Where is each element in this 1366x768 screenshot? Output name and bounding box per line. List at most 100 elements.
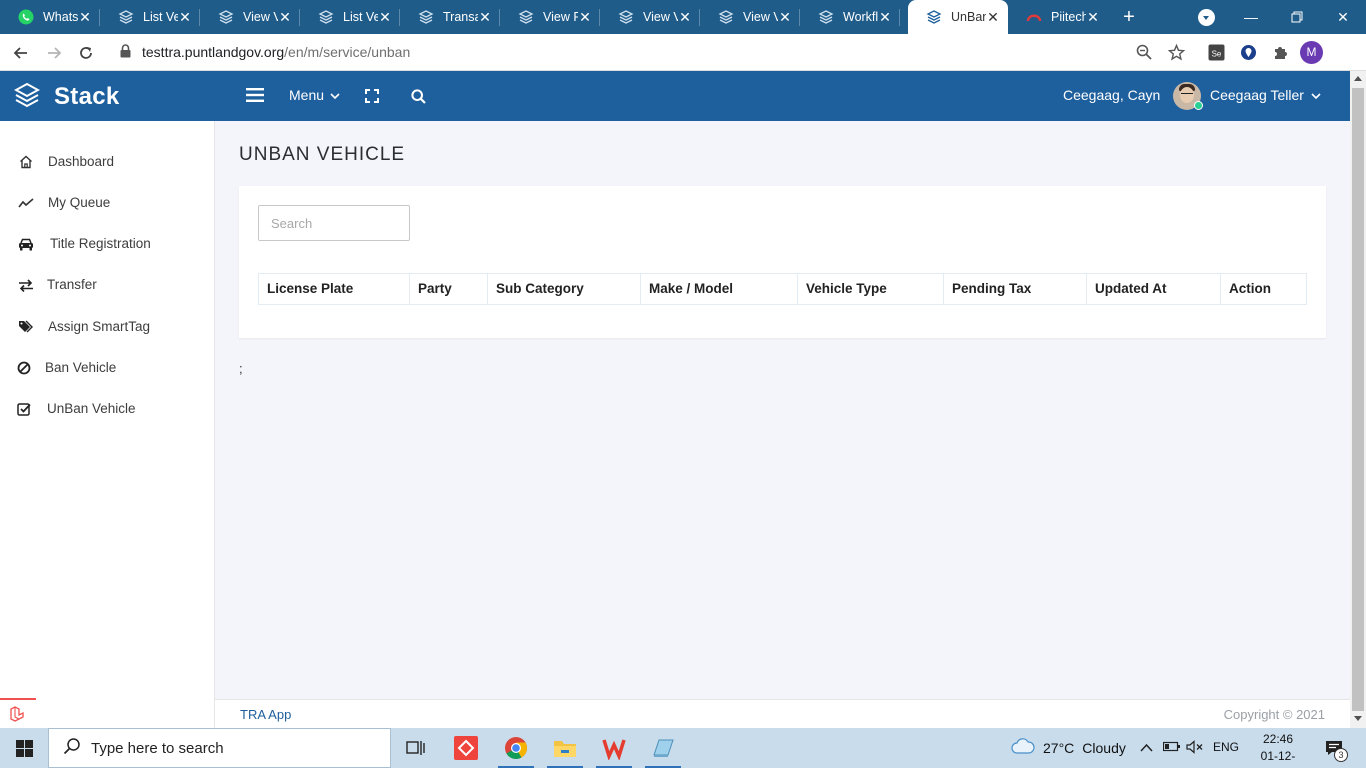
url-host: testtra.puntlandgov.org bbox=[142, 44, 285, 60]
minimize-button[interactable]: — bbox=[1228, 0, 1274, 34]
location-extension-icon[interactable] bbox=[1238, 42, 1258, 62]
browser-tab[interactable]: WhatsApp ✕ bbox=[0, 0, 100, 34]
close-icon[interactable]: ✕ bbox=[78, 10, 92, 24]
column-header-sub-category[interactable]: Sub Category bbox=[488, 274, 641, 304]
column-header-pending-tax[interactable]: Pending Tax bbox=[944, 274, 1087, 304]
scroll-down-arrow-icon[interactable] bbox=[1354, 716, 1362, 721]
speaker-muted-icon[interactable] bbox=[1186, 740, 1203, 757]
taskbar-search-placeholder: Type here to search bbox=[91, 739, 224, 757]
user-short-name[interactable]: Ceegaag, Cayn bbox=[1063, 87, 1160, 103]
browser-tab[interactable]: View Vehicle ✕ bbox=[200, 0, 300, 34]
close-icon[interactable]: ✕ bbox=[178, 10, 192, 24]
fullscreen-icon[interactable] bbox=[365, 89, 379, 106]
browser-tab[interactable]: List Vehicles ✕ bbox=[300, 0, 400, 34]
lock-icon[interactable] bbox=[120, 44, 131, 61]
chrome-icon[interactable] bbox=[496, 728, 536, 768]
sidebar-item-label: Transfer bbox=[47, 277, 97, 292]
weather-widget[interactable]: 27°C Cloudy bbox=[1011, 738, 1126, 757]
sidebar-item-unban-vehicle[interactable]: UnBan Vehicle bbox=[0, 397, 214, 421]
scroll-up-arrow-icon[interactable] bbox=[1354, 76, 1362, 81]
laravel-debugbar-icon[interactable] bbox=[0, 698, 36, 728]
search-input[interactable] bbox=[258, 205, 410, 241]
close-icon[interactable]: ✕ bbox=[478, 10, 492, 24]
trend-line-icon bbox=[18, 195, 34, 211]
page-title: UNBAN VEHICLE bbox=[239, 144, 406, 165]
tab-title: Piitech bbox=[1051, 10, 1086, 24]
tab-title: View Party bbox=[543, 10, 578, 24]
close-icon[interactable]: ✕ bbox=[578, 10, 592, 24]
column-header-party[interactable]: Party bbox=[410, 274, 488, 304]
browser-tab[interactable]: Transactions ✕ bbox=[400, 0, 500, 34]
close-window-button[interactable]: ✕ bbox=[1320, 0, 1366, 34]
ban-icon bbox=[16, 360, 32, 376]
footer-app-link[interactable]: TRA App bbox=[240, 707, 291, 722]
system-clock[interactable]: 22:46 01-12-2021 bbox=[1248, 731, 1308, 768]
column-header-vehicle-type[interactable]: Vehicle Type bbox=[798, 274, 944, 304]
windows-start-icon[interactable] bbox=[0, 728, 48, 768]
notification-count-badge: 3 bbox=[1334, 748, 1348, 762]
zoom-icon[interactable] bbox=[1134, 42, 1154, 62]
puzzle-extensions-icon[interactable] bbox=[1270, 42, 1290, 62]
column-header-license-plate[interactable]: License Plate bbox=[259, 274, 410, 304]
reload-icon[interactable] bbox=[75, 42, 97, 64]
browser-tab[interactable]: View Party ✕ bbox=[500, 0, 600, 34]
tab-title: List Vehicles bbox=[143, 10, 178, 24]
browser-tab-active[interactable]: UnBan Vehicle ✕ bbox=[908, 0, 1008, 34]
stack-logo-icon bbox=[926, 9, 942, 25]
forward-arrow-icon[interactable] bbox=[43, 42, 65, 64]
sidebar-item-title-registration[interactable]: Title Registration bbox=[0, 232, 214, 256]
scroll-thumb[interactable] bbox=[1352, 88, 1364, 711]
anydesk-icon[interactable] bbox=[446, 728, 486, 768]
chevron-up-icon[interactable] bbox=[1140, 741, 1153, 755]
tab-title: Workflow bbox=[843, 10, 878, 24]
task-view-icon[interactable] bbox=[396, 728, 436, 768]
sidebar-item-label: Dashboard bbox=[48, 154, 115, 169]
page-scrollbar[interactable] bbox=[1350, 71, 1366, 728]
user-dropdown[interactable]: Ceegaag Teller bbox=[1210, 87, 1321, 103]
tab-title: Transactions bbox=[443, 10, 478, 24]
notes-app-icon[interactable] bbox=[643, 728, 683, 768]
hamburger-menu-icon[interactable] bbox=[246, 88, 264, 105]
profile-avatar[interactable]: M bbox=[1300, 41, 1323, 64]
close-icon[interactable]: ✕ bbox=[378, 10, 392, 24]
url-field[interactable]: testtra.puntlandgov.org/en/m/service/unb… bbox=[142, 44, 410, 60]
sidebar-item-ban-vehicle[interactable]: Ban Vehicle bbox=[0, 356, 214, 380]
browser-tab[interactable]: View Vehicle ✕ bbox=[700, 0, 800, 34]
search-icon[interactable] bbox=[411, 89, 426, 107]
stack-logo-icon bbox=[13, 82, 41, 111]
close-icon[interactable]: ✕ bbox=[778, 10, 792, 24]
sidebar-item-assign-smarttag[interactable]: Assign SmartTag bbox=[0, 315, 214, 339]
back-arrow-icon[interactable] bbox=[10, 42, 32, 64]
close-icon[interactable]: ✕ bbox=[278, 10, 292, 24]
battery-icon[interactable] bbox=[1162, 741, 1181, 755]
menu-dropdown[interactable]: Menu bbox=[289, 87, 340, 103]
file-explorer-icon[interactable] bbox=[545, 728, 585, 768]
sidebar-item-dashboard[interactable]: Dashboard bbox=[0, 150, 214, 174]
tab-title: WhatsApp bbox=[43, 10, 78, 24]
browser-tab[interactable]: List Vehicles ✕ bbox=[100, 0, 200, 34]
weather-condition: Cloudy bbox=[1082, 739, 1126, 756]
browser-tab[interactable]: Piitech ✕ bbox=[1008, 0, 1108, 34]
browser-tab[interactable]: View Vehicle ✕ bbox=[600, 0, 700, 34]
close-icon[interactable]: ✕ bbox=[878, 10, 892, 24]
sidebar-item-transfer[interactable]: Transfer bbox=[0, 273, 214, 297]
column-header-make-model[interactable]: Make / Model bbox=[641, 274, 798, 304]
language-indicator[interactable]: ENG bbox=[1213, 740, 1239, 754]
taskbar-search-box[interactable]: Type here to search bbox=[48, 728, 391, 768]
new-tab-button[interactable]: + bbox=[1118, 6, 1140, 28]
tab-title: List Vehicles bbox=[343, 10, 378, 24]
column-header-updated-at[interactable]: Updated At bbox=[1087, 274, 1221, 304]
close-icon[interactable]: ✕ bbox=[986, 10, 1000, 24]
weather-temperature: 27°C bbox=[1043, 739, 1075, 756]
tab-search-button[interactable] bbox=[1198, 9, 1215, 26]
selenium-extension-icon[interactable]: Se bbox=[1206, 42, 1226, 62]
close-icon[interactable]: ✕ bbox=[678, 10, 692, 24]
app-header: Stack Menu Ceegaag, Cayn Ceegaag Teller bbox=[0, 71, 1350, 121]
browser-tab[interactable]: Workflow ✕ bbox=[800, 0, 900, 34]
close-icon[interactable]: ✕ bbox=[1086, 10, 1100, 24]
sidebar-item-my-queue[interactable]: My Queue bbox=[0, 191, 214, 215]
restore-button[interactable] bbox=[1274, 0, 1320, 34]
wps-office-icon[interactable] bbox=[594, 728, 634, 768]
bookmark-star-icon[interactable] bbox=[1166, 42, 1186, 62]
brand[interactable]: Stack bbox=[13, 82, 120, 111]
